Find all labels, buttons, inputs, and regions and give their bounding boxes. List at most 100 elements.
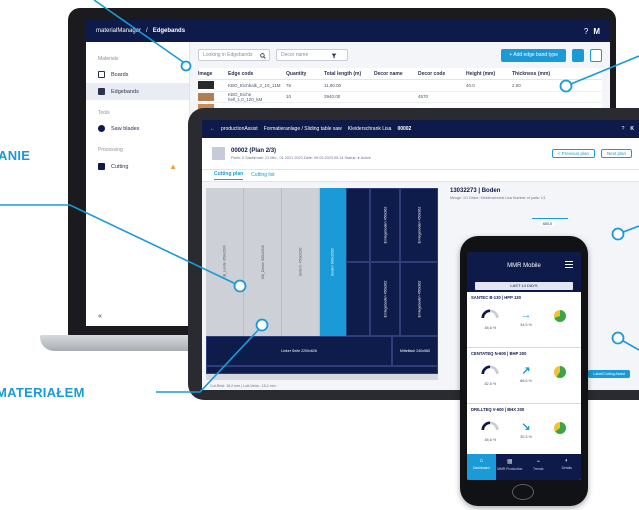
board-strip [206, 366, 438, 374]
trend-value: 34.5 % [520, 322, 532, 327]
edgeband-swatch-cell [198, 92, 228, 101]
board-piece[interactable] [346, 262, 370, 336]
sidebar-item-saw-blades[interactable]: Saw blades [86, 120, 189, 137]
board-piece[interactable]: Mittelfach 240x560 [392, 336, 438, 366]
trend-arrow-icon: ↘ [521, 420, 531, 433]
gauge-value: 48.6 % [484, 438, 497, 442]
search-input[interactable]: Looking in Edgebands [198, 49, 270, 61]
machine-kpis: 48.6 % ↘ 30.3 % [471, 418, 577, 442]
board-piece[interactable] [346, 188, 370, 262]
board-piece[interactable]: Einlegeboden 450x362 [400, 188, 438, 262]
search-placeholder: Looking in Edgebands [203, 52, 253, 58]
previous-plan-button[interactable]: < Previous plan [551, 149, 595, 158]
label-assist-button[interactable]: Label/Cutting Assist [588, 370, 630, 378]
board-piece[interactable]: Einlegeboden 450x362 [370, 262, 400, 336]
machine-name: CENTATEQ N-600 | BHP 200 [471, 351, 527, 356]
machine-card[interactable]: CENTATEQ N-600 | BHP 200 82.5 % ↗ 86.6 % [467, 348, 581, 404]
sidebar-item-cutting[interactable]: Cutting ▲ [86, 157, 189, 176]
bottom-tab-bar: ⌂ Dashboard ▦ MMR Production ⌁ Trends ◐ Details [467, 454, 581, 480]
trend-indicator: ↘ 30.3 % [520, 420, 532, 439]
board-piece[interactable]: Einlegeboden 450x362 [370, 188, 400, 262]
breadcrumb-item[interactable]: Kleiderschrank Lisa [348, 126, 392, 132]
column-header[interactable]: Decor code [418, 71, 466, 77]
table-header: Image Edge code Quantity Total length (m… [198, 68, 602, 80]
period-selector[interactable]: LAST 14 DAYS [475, 282, 573, 290]
decor-placeholder: Decor name [281, 52, 309, 58]
gauge-icon [481, 421, 499, 431]
help-icon[interactable]: ? [584, 27, 588, 36]
sidebar-item-boards[interactable]: Boards [86, 66, 189, 83]
piece-label: Seitenl. 450x2030 [298, 247, 303, 277]
warning-icon: ▲ [169, 162, 177, 171]
details-icon: ◐ [564, 458, 569, 464]
phone-device: MMR Mobile LAST 14 DAYS SANTEC B-130 | H… [460, 236, 588, 506]
breadcrumb-item[interactable]: Formatieranlage / Sliding table saw [264, 126, 342, 132]
board-piece[interactable]: Einlegeboden 450x362 [400, 262, 438, 336]
tab-trends[interactable]: ⌁ Trends [524, 454, 553, 480]
tab-label: Trends [533, 467, 544, 471]
table-cell: KBO_Eiche hell_1,0_120_kM [228, 91, 263, 102]
material-manager-sidebar: Materials Boards Edgebands Tools Saw bla… [86, 42, 190, 326]
part-meta: Menge: 1/1 Dekor: Kleiderschrank Lisa Nu… [450, 196, 546, 200]
board-piece[interactable]: Linker Seite 2200x626 [206, 336, 392, 366]
column-header[interactable]: Thickness (mm) [512, 71, 556, 77]
tab-cutting-plan[interactable]: Cutting plan [214, 171, 244, 180]
column-header[interactable]: Image [198, 71, 228, 77]
board-piece[interactable]: Seitenl. 450x2030 [282, 188, 320, 336]
tab-production[interactable]: ▦ MMR Production [496, 454, 525, 480]
decor-filter-input[interactable]: Decor name [276, 49, 348, 61]
machine-card[interactable]: SANTEC B-130 | HPP 130 48.6 % → 34.5 % [467, 292, 581, 348]
app-name[interactable]: productionAssist [221, 126, 258, 132]
piece-label: Linker Seite 2200x626 [281, 349, 317, 353]
settings-icon[interactable] [590, 48, 602, 62]
user-menu-icon[interactable]: M [593, 27, 600, 36]
tab-details[interactable]: ◐ Details [553, 454, 582, 480]
table-row[interactable]: KBO_Eichbalk_2_10_11M 76 11,90.00 40.0 2.00 [198, 80, 602, 92]
job-header: 00002 (Plan 2/3) Parts: 0 Sawtimate: 21 … [202, 138, 639, 170]
column-header[interactable]: Edge code [228, 71, 286, 77]
sidebar-collapse-button[interactable]: « [98, 313, 102, 320]
table-row[interactable]: KBO_Eiche hell_1,0_120_kM 10 3940.00 4570 [198, 92, 602, 104]
add-edgeband-button[interactable]: + Add edge band type [501, 48, 566, 62]
column-header[interactable]: Decor name [374, 71, 418, 77]
board-piece[interactable]: KB_Decke 500x2030 [244, 188, 282, 336]
home-button[interactable] [512, 484, 534, 500]
tab-dashboard[interactable]: ⌂ Dashboard [467, 454, 496, 480]
sidebar-item-edgebands[interactable]: Edgebands [86, 83, 189, 100]
app-name[interactable]: materialManager [96, 28, 141, 34]
callout-label-left-bottom: MATERIAŁEM [0, 385, 85, 400]
trend-arrow-icon: ↗ [521, 364, 531, 377]
sawblade-icon [98, 125, 105, 132]
machine-kpis: 48.6 % → 34.5 % [471, 306, 577, 330]
column-header[interactable]: Total length (m) [324, 71, 374, 77]
dimension-line [532, 218, 568, 219]
job-meta: Parts: 0 Sawtimate: 21 Min., 01.2021 202… [231, 155, 371, 160]
job-thumbnail [212, 147, 225, 160]
next-plan-button[interactable]: Next plan [600, 149, 632, 158]
back-icon[interactable]: ← [210, 126, 215, 132]
edgeband-icon [98, 88, 105, 95]
board-piece[interactable]: KB_Leiste 450x2030 [206, 188, 244, 336]
sidebar-item-label: Cutting [111, 163, 129, 170]
column-header[interactable]: Quantity [286, 71, 324, 77]
app-title: MMR Mobile [507, 263, 541, 269]
machine-list: SANTEC B-130 | HPP 130 48.6 % → 34.5 % CENTA… [467, 292, 581, 480]
table-cell: 10 [286, 94, 292, 100]
part-title: 13032273 | Boden [450, 188, 501, 194]
column-header[interactable]: Height (mm) [466, 71, 512, 77]
export-icon[interactable] [572, 48, 584, 62]
machine-card[interactable]: DRILLTEQ V-600 | BHX 200 48.6 % ↘ 30.3 % [467, 404, 581, 460]
sidebar-section-materials: Materials [98, 56, 119, 62]
help-icon[interactable]: ? [622, 126, 625, 132]
user-menu-icon[interactable]: K [630, 126, 634, 132]
cutting-tabs: Cutting plan Cutting list [202, 170, 639, 182]
table-cell: KBO_Eichbalk_2_10_11M [228, 82, 281, 88]
trend-arrow-icon: → [520, 308, 532, 321]
breadcrumb-item: 00002 [397, 126, 412, 132]
status-pie-chart [553, 421, 567, 440]
board-piece-selected[interactable]: Boden 600x2030 [320, 188, 346, 336]
piece-label: Einlegeboden 450x362 [383, 280, 387, 318]
tab-cutting-list[interactable]: Cutting list [251, 172, 274, 180]
hamburger-menu-icon[interactable] [565, 261, 573, 268]
trend-value: 30.3 % [520, 434, 532, 439]
